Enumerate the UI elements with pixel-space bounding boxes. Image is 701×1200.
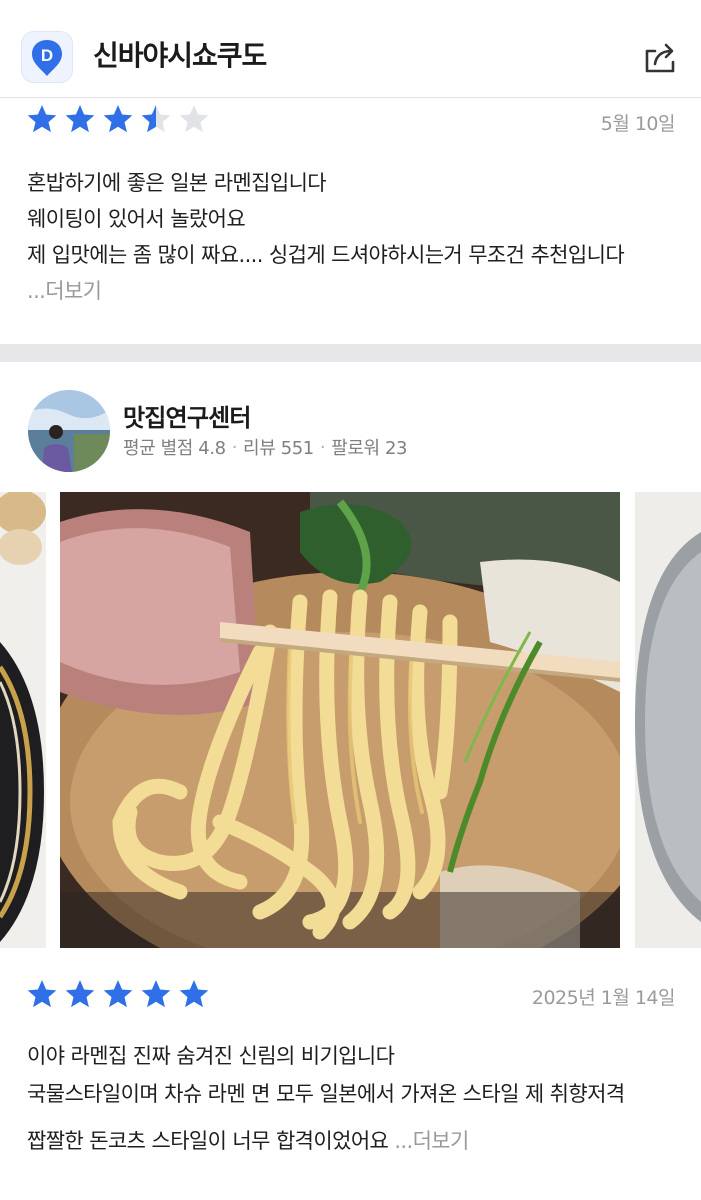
avatar[interactable]: [28, 390, 110, 472]
photo-bowl-left[interactable]: [0, 492, 46, 948]
reviewer-review-count: 리뷰 551: [243, 438, 314, 459]
review2-line-2: 국물스타일이며 차슈 라멘 면 모두 일본에서 가져온 스타일 제 취향저격: [27, 1082, 625, 1106]
review1-date: 5월 10일: [600, 113, 676, 135]
page-title: 신바야시쇼쿠도: [93, 39, 267, 72]
share-icon[interactable]: [641, 38, 679, 76]
star-full-icon: [103, 105, 133, 133]
reviewer-stats: 평균 별점 4.8 · 리뷰 551 · 팔로워 23: [123, 434, 407, 460]
review1-line-3: 제 입맛에는 좀 많이 짜요.... 싱겁게 드셔야하시는거 무조건 추천입니다: [27, 243, 625, 267]
review1-rating: [25, 102, 211, 136]
photo-bowl-right[interactable]: [635, 492, 701, 948]
star-full-icon: [141, 980, 171, 1008]
review2-line-3: 짭짤한 돈코츠 스타일이 너무 합격이었어요 ...더보기: [27, 1123, 469, 1160]
app-header: D 신바야시쇼쿠도: [0, 0, 701, 98]
separator: ·: [319, 436, 326, 458]
review2-more-link[interactable]: ...더보기: [394, 1129, 469, 1153]
review1-more-link[interactable]: ...더보기: [27, 273, 102, 310]
section-divider: [0, 344, 701, 362]
star-half-icon: [141, 105, 171, 133]
review1-line-2: 웨이팅이 있어서 놀랐어요: [27, 207, 246, 231]
reviewer-followers: 팔로워 23: [331, 438, 408, 459]
review2-rating: [25, 977, 211, 1011]
star-full-icon: [27, 105, 57, 133]
review2-date: 2025년 1월 14일: [531, 987, 676, 1009]
app-logo-icon[interactable]: D: [21, 31, 73, 83]
reviewer-avg-rating: 평균 별점 4.8: [123, 438, 226, 459]
photo-noodles-main[interactable]: [60, 492, 620, 948]
reviewer-name[interactable]: 맛집연구센터: [123, 398, 251, 433]
review1-line-1: 혼밥하기에 좋은 일본 라멘집입니다: [27, 171, 327, 195]
review2-line-1: 이야 라멘집 진짜 숨겨진 신림의 비기입니다: [27, 1044, 395, 1068]
separator: ·: [231, 436, 238, 458]
review2-line-3-text: 짭짤한 돈코츠 스타일이 너무 합격이었어요: [27, 1129, 389, 1153]
star-full-icon: [179, 980, 209, 1008]
star-full-icon: [65, 105, 95, 133]
star-full-icon: [65, 980, 95, 1008]
star-full-icon: [103, 980, 133, 1008]
star-full-icon: [27, 980, 57, 1008]
svg-text:D: D: [41, 46, 53, 65]
star-empty-icon: [179, 105, 209, 133]
photo-carousel[interactable]: [0, 492, 701, 948]
